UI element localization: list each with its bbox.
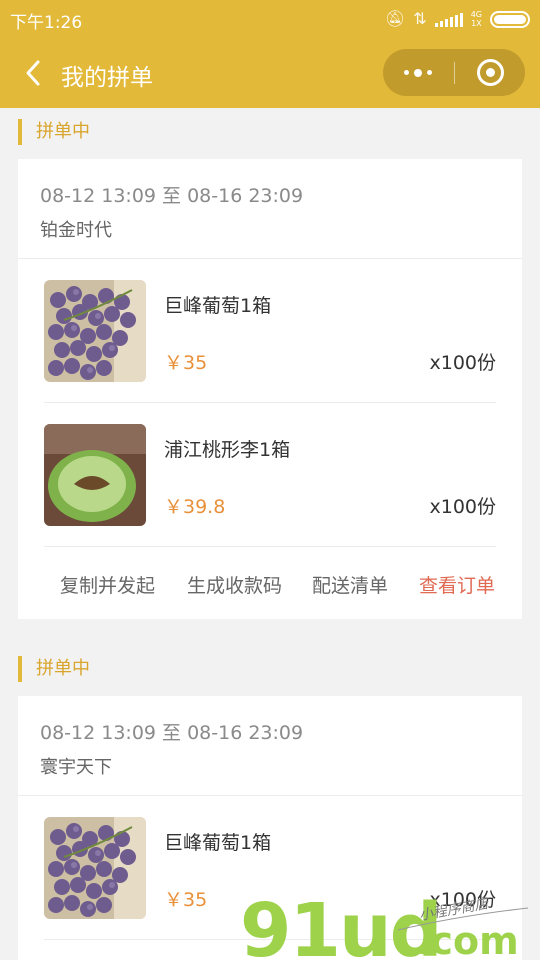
- item-price: ￥35: [164, 352, 208, 374]
- status-bar: 下午1:26 🔕︎ ⇅ 4G 1X: [0, 0, 540, 38]
- mute-icon: 🔕︎: [384, 9, 406, 28]
- network-type: 4G 1X: [471, 10, 482, 28]
- site-watermark-logo: 91ud .com 小程序商店: [240, 888, 529, 960]
- capsule-divider: [454, 62, 455, 84]
- signal-icon: [434, 11, 463, 27]
- network-sub-label: 1X: [471, 19, 482, 28]
- data-transfer-icon: ⇅: [413, 9, 427, 28]
- date-range: 08-12 13:09 至 08-16 23:09: [40, 185, 304, 207]
- svg-text:.com: .com: [416, 919, 519, 960]
- close-miniprogram-icon[interactable]: [477, 59, 504, 86]
- battery-icon: [490, 10, 530, 28]
- plum-image: [44, 424, 146, 526]
- shop-name: 铂金时代: [40, 220, 112, 241]
- svg-text:91ud: 91ud: [240, 888, 441, 960]
- view-orders-button[interactable]: 查看订单: [419, 571, 495, 598]
- miniprogram-capsule: [383, 49, 525, 96]
- group-actions: 复制并发起 生成收款码 配送清单 查看订单: [18, 547, 522, 619]
- list-item[interactable]: 巨峰葡萄1箱 ￥35 x100份: [44, 259, 496, 403]
- network-label: 4G: [470, 10, 482, 19]
- group-status-label: 拼单中: [18, 119, 318, 145]
- item-price: ￥39.8: [164, 496, 226, 518]
- delivery-list-button[interactable]: 配送清单: [312, 571, 388, 598]
- item-quantity: x100份: [429, 496, 496, 518]
- nav-bar: 我的拼单: [0, 38, 540, 108]
- item-name: 巨峰葡萄1箱: [164, 832, 272, 854]
- more-menu-icon[interactable]: [383, 49, 453, 96]
- shop-name: 寰宇天下: [40, 757, 112, 778]
- status-time: 下午1:26: [10, 13, 83, 33]
- group-card-header[interactable]: 08-12 13:09 至 08-16 23:09 寰宇天下: [18, 696, 522, 796]
- back-chevron-icon[interactable]: [20, 58, 50, 88]
- list-item[interactable]: 浦江桃形李1箱 ￥39.8 x100份: [44, 403, 496, 547]
- copy-and-launch-button[interactable]: 复制并发起: [60, 571, 155, 598]
- item-price: ￥35: [164, 889, 208, 911]
- item-name: 浦江桃形李1箱: [164, 439, 291, 461]
- group-card-header[interactable]: 08-12 13:09 至 08-16 23:09 铂金时代: [18, 159, 522, 259]
- item-name: 巨峰葡萄1箱: [164, 295, 272, 317]
- date-range: 08-12 13:09 至 08-16 23:09: [40, 722, 304, 744]
- generate-payment-code-button[interactable]: 生成收款码: [187, 571, 282, 598]
- grapes-image: [44, 817, 146, 919]
- status-icons: 🔕︎ ⇅ 4G 1X: [385, 9, 530, 29]
- page-title: 我的拼单: [61, 65, 153, 91]
- grapes-image: [44, 280, 146, 382]
- item-quantity: x100份: [429, 352, 496, 374]
- group-status-label: 拼单中: [18, 656, 318, 682]
- group-card: 08-12 13:09 至 08-16 23:09 铂金时代 巨峰葡萄1箱 ￥3…: [18, 159, 522, 619]
